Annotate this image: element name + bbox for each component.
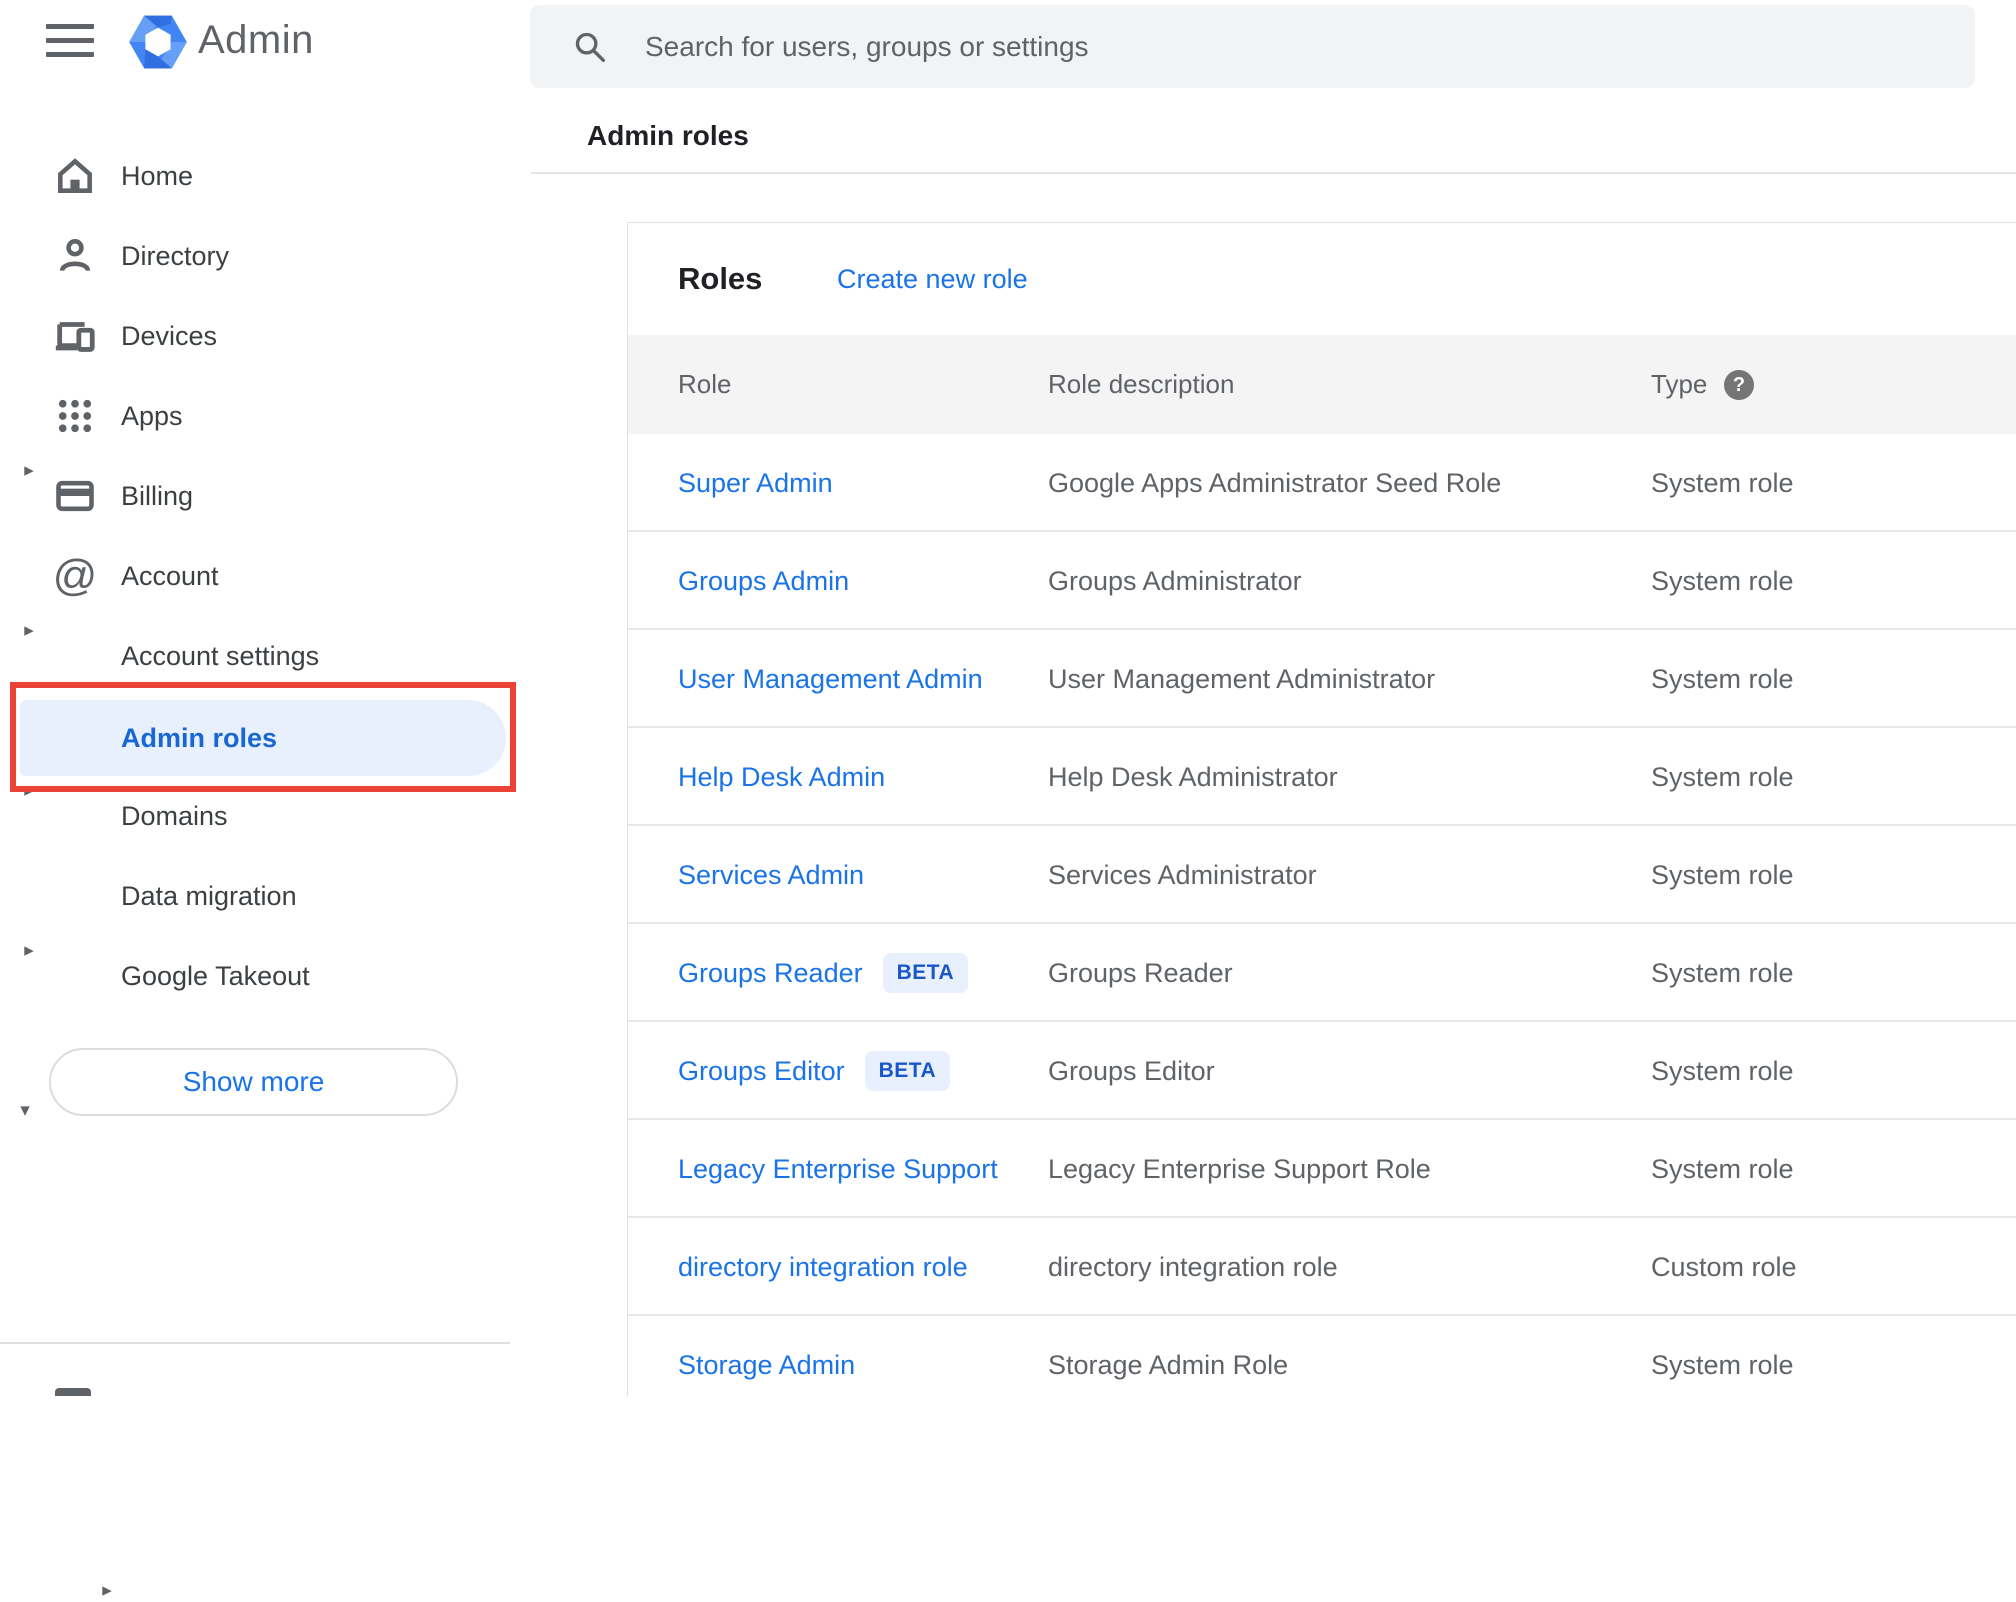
chevron-down-icon[interactable]: ▾ xyxy=(12,1099,38,1122)
show-more-label: Show more xyxy=(182,1066,325,1097)
table-row: Services Admin Services Administrator Sy… xyxy=(628,826,2016,924)
role-link[interactable]: Legacy Enterprise Support xyxy=(678,1154,998,1185)
sidebar-bottom-divider xyxy=(0,1342,510,1344)
sidebar-item-data-migration[interactable]: Data migration xyxy=(0,856,531,936)
table-row: Groups Admin Groups Administrator System… xyxy=(628,532,2016,630)
sidebar-item-label: Google Takeout xyxy=(121,960,310,991)
role-description: Help Desk Administrator xyxy=(1048,761,1338,792)
admin-logo-icon xyxy=(128,12,188,72)
roles-table-body: Super Admin Google Apps Administrator Se… xyxy=(628,434,2016,1414)
sidebar: Admin Home ▸ Directory ▸ Devices ▸ Apps … xyxy=(0,0,531,1601)
chevron-right-icon[interactable]: ▸ xyxy=(94,1579,120,1602)
sidebar-item-apps[interactable]: ▸ Apps xyxy=(0,376,531,801)
table-row: Help Desk Admin Help Desk Administrator … xyxy=(628,728,2016,826)
sidebar-item-google-takeout[interactable]: Google Takeout xyxy=(0,936,531,1016)
clipped-bottom-icon xyxy=(55,1388,91,1396)
beta-badge: BETA xyxy=(864,1051,951,1091)
sidebar-item-home[interactable]: Home xyxy=(0,136,531,216)
create-new-role-link[interactable]: Create new role xyxy=(837,264,1028,295)
roles-card: Roles Create new role Role Role descript… xyxy=(627,222,2016,1396)
sidebar-item-account[interactable]: ▾ @ Account xyxy=(0,536,531,1122)
search-icon xyxy=(570,27,610,72)
role-link[interactable]: Super Admin xyxy=(678,468,833,499)
breadcrumb: Admin roles xyxy=(587,120,749,151)
sidebar-item-devices[interactable]: ▸ Devices xyxy=(0,296,531,642)
column-header-description: Role description xyxy=(1048,369,1235,399)
role-type: System role xyxy=(1651,761,1794,792)
help-icon[interactable]: ? xyxy=(1724,370,1754,400)
table-row: Groups Editor BETA Groups Editor System … xyxy=(628,1022,2016,1120)
role-description: Groups Reader xyxy=(1048,957,1233,988)
sidebar-item-label: Home xyxy=(121,160,194,191)
table-row: Storage Admin Storage Admin Role System … xyxy=(628,1316,2016,1414)
role-type: Custom role xyxy=(1651,1251,1797,1282)
table-header-row: Role Role description Type ? xyxy=(628,335,2016,434)
sidebar-header: Admin xyxy=(0,0,531,86)
header-divider xyxy=(531,172,2016,174)
role-description: Services Administrator xyxy=(1048,859,1317,890)
menu-icon[interactable] xyxy=(46,24,94,62)
role-description: Legacy Enterprise Support Role xyxy=(1048,1153,1431,1184)
table-row: Super Admin Google Apps Administrator Se… xyxy=(628,434,2016,532)
search-placeholder: Search for users, groups or settings xyxy=(645,30,1089,62)
role-link[interactable]: directory integration role xyxy=(678,1252,968,1283)
beta-badge: BETA xyxy=(882,953,969,993)
role-link[interactable]: Help Desk Admin xyxy=(678,762,885,793)
column-header-role: Role xyxy=(678,369,732,399)
apps-grid-icon xyxy=(52,393,98,439)
sidebar-item-label: Domains xyxy=(121,800,228,831)
role-type: System role xyxy=(1651,859,1794,890)
role-type: System role xyxy=(1651,1055,1794,1086)
role-link[interactable]: Storage Admin xyxy=(678,1350,855,1381)
role-link[interactable]: Groups Reader xyxy=(678,958,863,989)
role-description: Groups Administrator xyxy=(1048,565,1302,596)
role-type: System role xyxy=(1651,663,1794,694)
show-more-button[interactable]: Show more xyxy=(49,1048,458,1116)
role-description: User Management Administrator xyxy=(1048,663,1436,694)
role-type: System role xyxy=(1651,1349,1794,1380)
roles-title: Roles xyxy=(678,261,763,296)
role-type: System role xyxy=(1651,467,1794,498)
role-link[interactable]: User Management Admin xyxy=(678,664,983,695)
sidebar-item-billing[interactable]: ▸ Billing xyxy=(0,456,531,962)
sidebar-item-label: Data migration xyxy=(121,880,297,911)
credit-card-icon xyxy=(52,473,98,519)
sidebar-item-label: Account xyxy=(121,560,219,591)
role-description: Storage Admin Role xyxy=(1048,1349,1289,1380)
sidebar-item-label: Apps xyxy=(121,400,183,431)
sidebar-item-label: Billing xyxy=(121,480,194,511)
home-icon xyxy=(52,153,98,199)
role-description: directory integration role xyxy=(1048,1251,1338,1282)
table-row: User Management Admin User Management Ad… xyxy=(628,630,2016,728)
role-description: Groups Editor xyxy=(1048,1055,1215,1086)
at-sign-icon: @ xyxy=(52,551,98,600)
table-row: Legacy Enterprise Support Legacy Enterpr… xyxy=(628,1120,2016,1218)
app-title: Admin xyxy=(198,18,314,62)
search-input[interactable]: Search for users, groups or settings xyxy=(530,5,1975,88)
role-link[interactable]: Groups Editor xyxy=(678,1056,845,1087)
sidebar-item-label: Account settings xyxy=(121,640,320,671)
table-row: Groups Reader BETA Groups Reader System … xyxy=(628,924,2016,1022)
role-link[interactable]: Groups Admin xyxy=(678,566,849,597)
role-type: System role xyxy=(1651,565,1794,596)
column-header-type: Type xyxy=(1651,369,1708,399)
sidebar-item-label: Directory xyxy=(121,240,230,271)
person-icon xyxy=(52,233,98,279)
devices-icon xyxy=(52,313,98,359)
sidebar-item-label: Devices xyxy=(121,320,218,351)
sidebar-item-directory[interactable]: ▸ Directory xyxy=(0,216,531,481)
role-type: System role xyxy=(1651,1153,1794,1184)
role-link[interactable]: Services Admin xyxy=(678,860,864,891)
table-row: directory integration role directory int… xyxy=(628,1218,2016,1316)
role-type: System role xyxy=(1651,957,1794,988)
annotation-highlight-box xyxy=(10,682,516,792)
role-description: Google Apps Administrator Seed Role xyxy=(1048,467,1502,498)
roles-card-header: Roles Create new role xyxy=(628,223,2016,335)
